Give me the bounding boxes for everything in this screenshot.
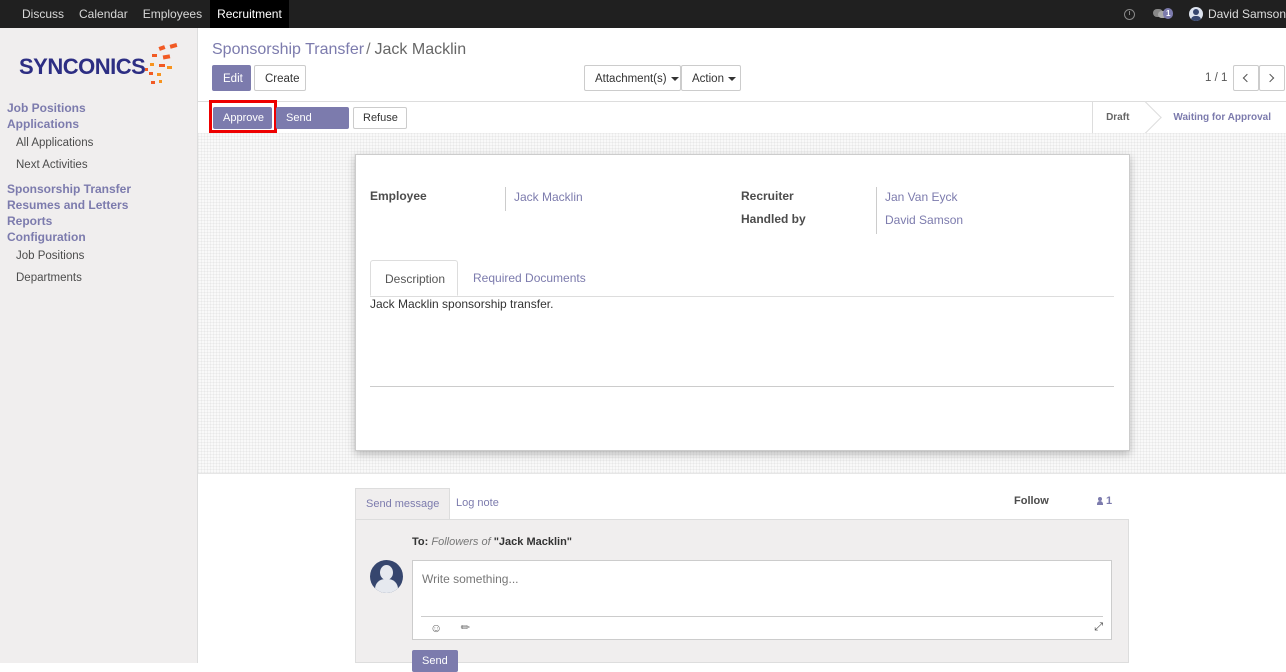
caret-down-icon [670, 76, 679, 81]
recruiter-label: Recruiter [741, 189, 794, 203]
sidebar-item-next-activities[interactable]: Next Activities [0, 154, 197, 176]
sidebar-item-job-positions[interactable]: Job Positions [0, 100, 197, 116]
send-email-button[interactable]: Send Email [276, 107, 349, 144]
company-logo: SYNCONICS [19, 43, 189, 96]
edit-button[interactable]: Edit [212, 65, 251, 91]
notification-badge: 1 [1162, 8, 1174, 19]
chevron-left-icon [1242, 73, 1252, 83]
followers-button[interactable]: 1 [1097, 495, 1112, 507]
employee-field[interactable]: Jack Macklin [505, 187, 583, 211]
sidebar-item-reports[interactable]: Reports [0, 213, 197, 229]
top-navbar: Discuss Calendar Employees Recruitment 1… [0, 0, 1286, 28]
user-icon [1097, 497, 1103, 505]
attachments-dropdown[interactable]: Attachment(s) [584, 65, 681, 91]
form-sheet: Employee Jack Macklin Recruiter Jan Van … [355, 154, 1130, 451]
user-avatar-icon[interactable] [1188, 7, 1203, 21]
tab-required-documents[interactable]: Required Documents [459, 260, 600, 296]
breadcrumb-parent-link[interactable]: Sponsorship Transfer [212, 41, 364, 58]
pager-previous-button[interactable] [1233, 65, 1259, 91]
approve-highlight [209, 100, 277, 133]
logo-burst-icon [145, 43, 178, 84]
menu-discuss[interactable]: Discuss [15, 0, 71, 28]
breadcrumb-current: Jack Macklin [374, 41, 467, 58]
refuse-button[interactable]: Refuse [353, 107, 407, 129]
expand-icon[interactable]: ⤢ [1094, 621, 1103, 634]
caret-down-icon [727, 76, 736, 81]
employee-label: Employee [370, 189, 427, 203]
breadcrumb-separator: / [366, 41, 371, 58]
create-button[interactable]: Create [254, 65, 306, 91]
record-name: "Jack Macklin" [493, 536, 573, 548]
chatter: Send message Log note Follow 1 To: Follo… [355, 488, 1129, 672]
sidebar-item-sponsorship-transfer[interactable]: Sponsorship Transfer [0, 181, 197, 197]
recipients-line: To: Followers of "Jack Macklin" [412, 536, 572, 548]
sidebar-menu: Job Positions Applications All Applicati… [0, 100, 197, 289]
form-header: Approve Send Email Refuse Draft Waiting … [198, 100, 1286, 144]
pager-next-button[interactable] [1259, 65, 1285, 91]
sidebar-item-departments[interactable]: Departments [0, 267, 197, 289]
form-sheet-background: Employee Jack Macklin Recruiter Jan Van … [198, 133, 1286, 474]
follow-button[interactable]: Follow [1014, 495, 1049, 507]
description-text[interactable]: Jack Macklin sponsorship transfer. [370, 297, 553, 311]
followers-of-label: Followers of [431, 536, 491, 548]
handled-by-field[interactable]: David Samson [876, 210, 963, 234]
recruiter-field[interactable]: Jan Van Eyck [876, 187, 957, 211]
pager-value[interactable]: 1 / 1 [1205, 72, 1227, 84]
send-button[interactable]: Send [412, 650, 458, 672]
sidebar-item-configuration[interactable]: Configuration [0, 229, 197, 245]
breadcrumb: Sponsorship Transfer / Jack Macklin [212, 41, 466, 59]
followers-count: 1 [1106, 495, 1113, 507]
action-dropdown[interactable]: Action [681, 65, 741, 91]
clock-icon[interactable] [1123, 8, 1135, 20]
handled-by-label: Handled by [741, 212, 806, 226]
message-input[interactable]: Write something... ☺ ✎ ⤢ [412, 560, 1112, 640]
sidebar-item-config-job-positions[interactable]: Job Positions [0, 245, 197, 267]
emoji-icon[interactable]: ☺ [430, 621, 442, 635]
sidebar-item-all-applications[interactable]: All Applications [0, 132, 197, 154]
log-note-tab[interactable]: Log note [446, 488, 509, 519]
logo-text: SYNCONICS [19, 54, 146, 79]
stage-draft[interactable]: Draft [1092, 102, 1151, 133]
stage-waiting-for-approval[interactable]: Waiting for Approval [1151, 102, 1286, 133]
chevron-right-icon [1265, 73, 1275, 83]
statusbar: Draft Waiting for Approval [1092, 102, 1286, 133]
notebook-tabs: Description Required Documents [370, 260, 1114, 297]
message-composer: To: Followers of "Jack Macklin" Write so… [355, 519, 1129, 672]
sidebar-item-resumes-letters[interactable]: Resumes and Letters [0, 197, 197, 213]
menu-recruitment[interactable]: Recruitment [210, 0, 289, 28]
app-menu: Discuss Calendar Employees Recruitment [15, 0, 290, 28]
control-panel: Sponsorship Transfer / Jack Macklin Edit C… [198, 28, 1286, 101]
avatar [370, 560, 403, 593]
to-label: To: [412, 536, 429, 548]
divider [370, 386, 1114, 387]
chat-icon[interactable]: 1 [1152, 7, 1175, 21]
message-placeholder: Write something... [422, 572, 519, 586]
sidebar: SYNCONICS Job Positions Applications All… [0, 28, 198, 663]
paperclip-icon[interactable]: ✎ [458, 620, 473, 635]
tab-description[interactable]: Description [370, 260, 458, 296]
action-label: Action [692, 73, 724, 85]
composer-toolbar-divider [421, 616, 1103, 617]
sidebar-item-applications[interactable]: Applications [0, 116, 197, 132]
systray: 1 David Samson [1123, 0, 1286, 28]
user-menu[interactable]: David Samson [1208, 7, 1286, 21]
menu-employees[interactable]: Employees [136, 0, 209, 28]
send-message-tab[interactable]: Send message [355, 488, 451, 519]
attachments-label: Attachment(s) [595, 73, 667, 85]
menu-calendar[interactable]: Calendar [72, 0, 135, 28]
